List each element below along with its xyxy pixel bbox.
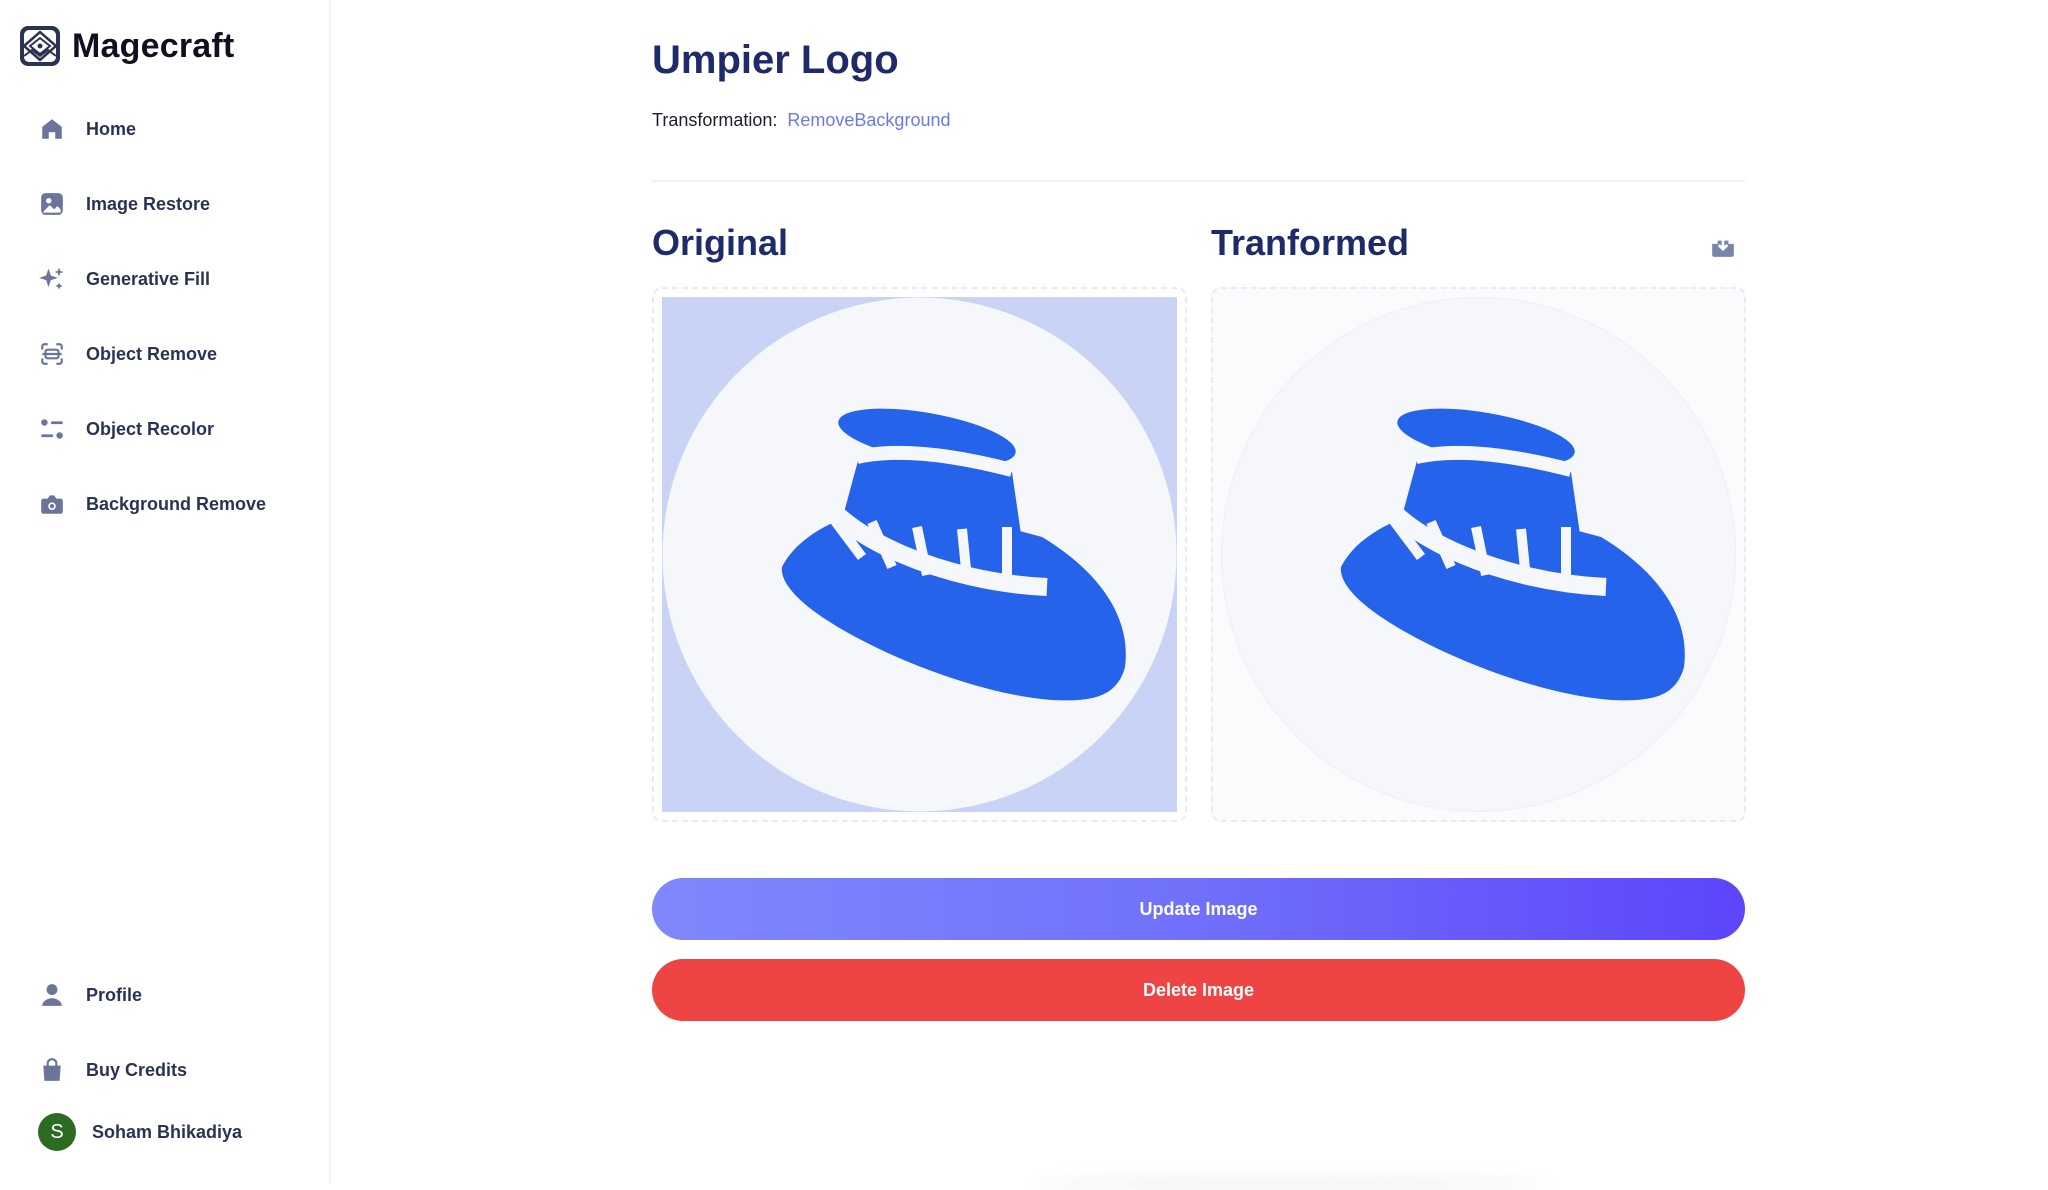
sparkles-icon: [38, 265, 66, 293]
divider: [652, 180, 1745, 182]
camera-icon: [38, 490, 66, 518]
sidebar: Magecraft Home Image Restore Generative …: [0, 0, 331, 1184]
sidebar-item-profile[interactable]: Profile: [38, 975, 308, 1015]
sidebar-item-object-remove[interactable]: Object Remove: [38, 334, 308, 374]
sidebar-item-image-restore[interactable]: Image Restore: [38, 184, 308, 224]
user-profile[interactable]: S Soham Bhikadiya: [38, 1113, 242, 1151]
sidebar-item-home[interactable]: Home: [38, 109, 308, 149]
sidebar-item-label: Home: [86, 118, 137, 139]
original-title: Original: [652, 222, 789, 263]
sidebar-item-buy-credits[interactable]: Buy Credits: [38, 1050, 308, 1090]
sidebar-item-label: Image Restore: [86, 193, 211, 214]
magecraft-logo-icon: [20, 26, 60, 66]
bag-icon: [38, 1056, 66, 1084]
scan-icon: [38, 340, 66, 368]
filter-icon: [38, 415, 66, 443]
sidebar-item-label: Object Recolor: [86, 418, 215, 439]
sidebar-item-label: Generative Fill: [86, 268, 211, 289]
page-title: Umpier Logo: [652, 38, 899, 82]
avatar[interactable]: S: [38, 1113, 76, 1151]
original-image-panel: [652, 287, 1187, 822]
bottom-shadow: [1030, 1178, 1550, 1190]
transformed-image[interactable]: [1221, 297, 1736, 812]
download-icon[interactable]: [1710, 233, 1736, 259]
transformation-label: Transformation:: [652, 110, 778, 130]
sidebar-item-label: Buy Credits: [86, 1059, 188, 1080]
sidebar-item-label: Profile: [86, 984, 143, 1005]
sidebar-item-label: Object Remove: [86, 343, 218, 364]
transformation-info: Transformation: RemoveBackground: [652, 110, 950, 131]
transformation-value: RemoveBackground: [787, 110, 951, 130]
user-name: Soham Bhikadiya: [92, 1121, 243, 1142]
brand-name: Magecraft: [72, 26, 235, 65]
brand[interactable]: Magecraft: [18, 24, 234, 68]
transformed-title: Tranformed: [1211, 222, 1410, 263]
sidebar-item-generative-fill[interactable]: Generative Fill: [38, 259, 308, 299]
transformed-image-panel: [1211, 287, 1746, 822]
user-icon: [38, 981, 66, 1009]
delete-image-button[interactable]: Delete Image: [652, 959, 1745, 1021]
home-icon: [38, 115, 66, 143]
image-icon: [38, 190, 66, 218]
sidebar-item-background-remove[interactable]: Background Remove: [38, 484, 308, 524]
sidebar-item-object-recolor[interactable]: Object Recolor: [38, 409, 308, 449]
original-image[interactable]: [662, 297, 1177, 812]
update-image-button[interactable]: Update Image: [652, 878, 1745, 940]
sidebar-item-label: Background Remove: [86, 493, 267, 514]
